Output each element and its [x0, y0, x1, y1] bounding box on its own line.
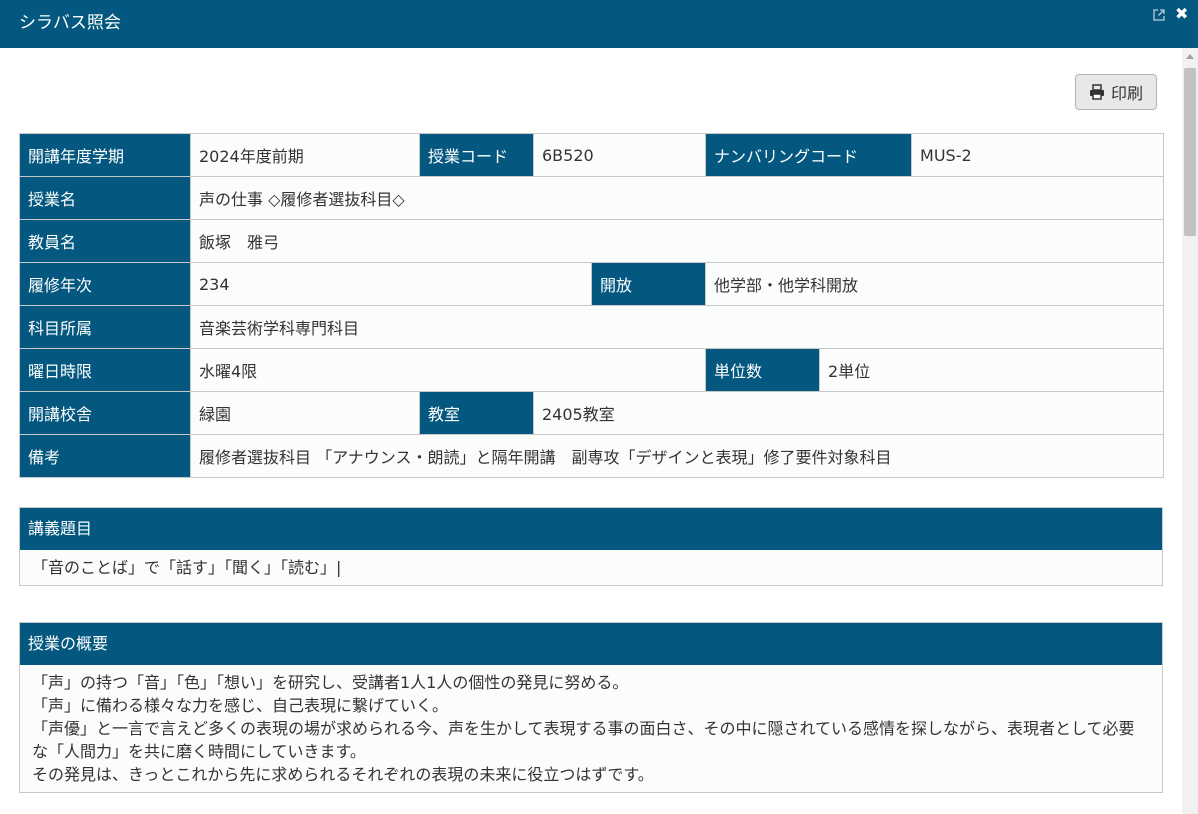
overview-line: 「声優」と一言で言えど多くの表現の場が求められる今、声を生かして表現する事の面白… — [32, 719, 1135, 761]
label-schedule: 曜日時限 — [19, 348, 191, 392]
overview-section: 授業の概要 「声」の持つ「音」「色」「想い」を研究し、受講者1人1人の個性の発見… — [19, 622, 1163, 793]
overview-line: 「声」に備わる様々な力を感じ、自己表現に繋げていく。 — [32, 696, 449, 715]
label-course-code: 授業コード — [419, 133, 534, 177]
overview-line: 「声」の持つ「音」「色」「想い」を研究し、受講者1人1人の個性の発見に努める。 — [32, 673, 629, 692]
course-info-table: 開講年度学期 2024年度前期 授業コード 6B520 ナンバリングコード MU… — [19, 133, 1165, 478]
value-open: 他学部・他学科開放 — [705, 262, 1165, 306]
value-credits: 2単位 — [819, 348, 1165, 392]
table-row: 教員名 飯塚 雅弓 — [19, 219, 1165, 263]
label-open: 開放 — [590, 262, 707, 306]
value-notes: 履修者選抜科目 「アナウンス・朗読」と隔年開講 副専攻「デザインと表現」修了要件… — [189, 434, 1165, 478]
overview-body: 「声」の持つ「音」「色」「想い」を研究し、受講者1人1人の個性の発見に努める。 … — [20, 665, 1162, 792]
content-area: 印刷 開講年度学期 2024年度前期 授業コード 6B520 ナンバリングコード… — [0, 48, 1182, 814]
table-row: 履修年次 234 開放 他学部・他学科開放 — [19, 262, 1165, 306]
lecture-topic-body: 「音のことば」で「話す」「聞く」「読む」| — [20, 550, 1162, 585]
value-course-name: 声の仕事 ◇履修者選抜科目◇ — [189, 176, 1165, 220]
lecture-topic-section: 講義題目 「音のことば」で「話す」「聞く」「読む」| — [19, 507, 1163, 586]
printer-icon — [1089, 84, 1104, 100]
label-term: 開講年度学期 — [19, 133, 191, 177]
table-row: 授業名 声の仕事 ◇履修者選抜科目◇ — [19, 176, 1165, 220]
label-classroom: 教室 — [419, 391, 534, 435]
value-schedule: 水曜4限 — [189, 348, 707, 392]
table-row: 科目所属 音楽芸術学科専門科目 — [19, 305, 1165, 349]
label-year: 履修年次 — [19, 262, 191, 306]
label-course-name: 授業名 — [19, 176, 191, 220]
lecture-topic-heading: 講義題目 — [20, 508, 1162, 550]
value-department: 音楽芸術学科専門科目 — [189, 305, 1165, 349]
table-row: 開講校舎 緑園 教室 2405教室 — [19, 391, 1165, 435]
value-instructor: 飯塚 雅弓 — [189, 219, 1165, 263]
table-row: 備考 履修者選抜科目 「アナウンス・朗読」と隔年開講 副専攻「デザインと表現」修… — [19, 434, 1165, 478]
print-button[interactable]: 印刷 — [1075, 74, 1157, 110]
value-term: 2024年度前期 — [190, 133, 420, 177]
value-year: 234 — [190, 262, 592, 306]
label-credits: 単位数 — [705, 348, 821, 392]
overview-line: その発見は、きっとこれから先に求められるそれぞれの表現の未来に役立つはずです。 — [32, 765, 654, 784]
label-notes: 備考 — [19, 434, 191, 478]
scrollbar-thumb[interactable] — [1184, 68, 1196, 236]
scroll-up-icon[interactable] — [1186, 54, 1194, 59]
window-titlebar: シラバス照会 ✖ — [0, 0, 1198, 48]
vertical-scrollbar[interactable] — [1182, 48, 1198, 814]
value-course-code: 6B520 — [532, 133, 707, 177]
table-row: 曜日時限 水曜4限 単位数 2単位 — [19, 348, 1165, 392]
popout-icon[interactable] — [1153, 9, 1165, 21]
label-numbering-code: ナンバリングコード — [705, 133, 913, 177]
value-classroom: 2405教室 — [532, 391, 1165, 435]
value-numbering-code: MUS-2 — [911, 133, 1165, 177]
window-title: シラバス照会 — [19, 13, 121, 33]
table-row: 開講年度学期 2024年度前期 授業コード 6B520 ナンバリングコード MU… — [19, 133, 1165, 177]
label-campus: 開講校舎 — [19, 391, 191, 435]
value-campus: 緑園 — [190, 391, 420, 435]
close-icon[interactable]: ✖ — [1175, 6, 1188, 22]
label-instructor: 教員名 — [19, 219, 191, 263]
print-button-label: 印刷 — [1110, 84, 1143, 103]
overview-heading: 授業の概要 — [20, 623, 1162, 665]
label-department: 科目所属 — [19, 305, 191, 349]
